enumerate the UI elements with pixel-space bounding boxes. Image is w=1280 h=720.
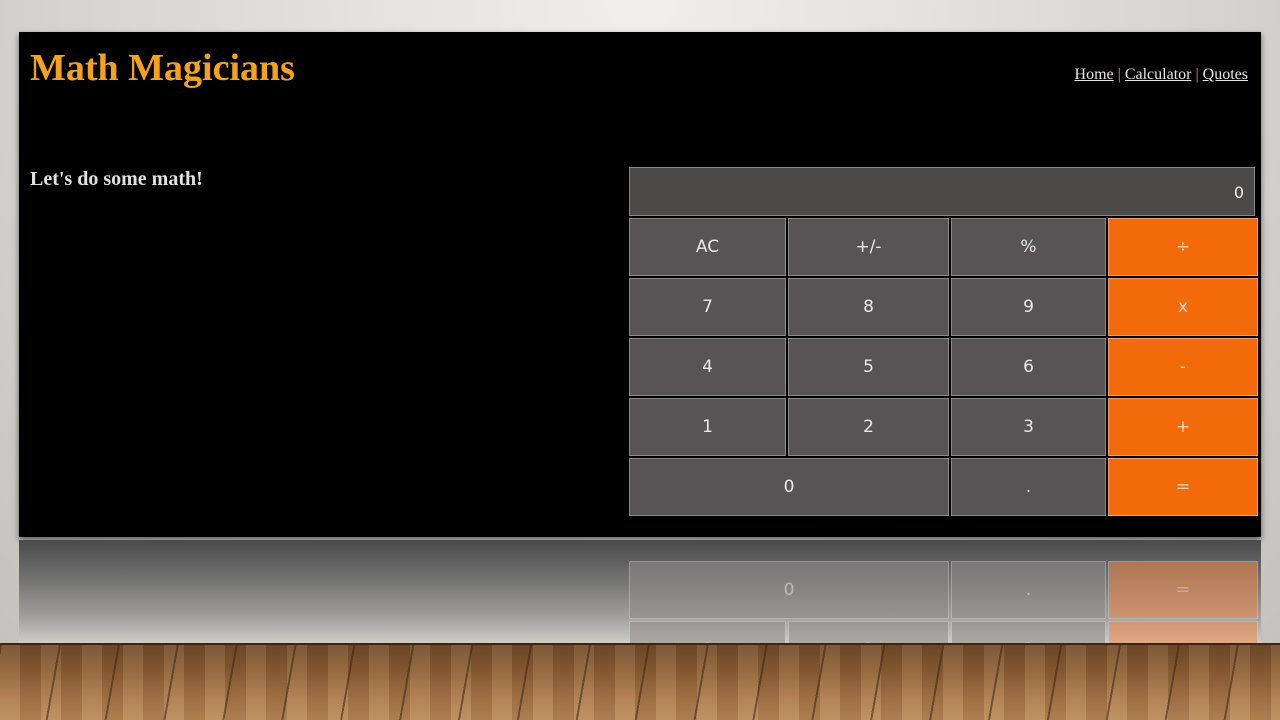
app-title: Math Magicians xyxy=(30,47,295,89)
digit-5-button[interactable]: 5 xyxy=(788,338,949,396)
percent-button[interactable]: % xyxy=(951,218,1106,276)
reflected-decimal-key: . xyxy=(951,561,1106,619)
screen-reflection: 0 . = 1 2 3 + xyxy=(19,540,1261,643)
digit-3-button[interactable]: 3 xyxy=(951,398,1106,456)
plus-button[interactable]: + xyxy=(1108,398,1258,456)
sign-toggle-button[interactable]: +/- xyxy=(788,218,949,276)
nav-link-home[interactable]: Home xyxy=(1075,66,1114,83)
top-nav: Home | Calculator | Quotes xyxy=(1075,66,1248,84)
intro-heading: Let's do some math! xyxy=(30,168,203,190)
digit-4-button[interactable]: 4 xyxy=(629,338,786,396)
digit-6-button[interactable]: 6 xyxy=(951,338,1106,396)
app-window: Math Magicians Home | Calculator | Quotes Le… xyxy=(19,32,1261,537)
calculator: 0 AC +/- % ÷ 7 8 9 x 4 5 6 - 1 2 3 + 0 .… xyxy=(629,167,1258,516)
decimal-button[interactable]: . xyxy=(951,458,1106,516)
calculator-display: 0 xyxy=(629,167,1255,216)
reflected-two-key: 2 xyxy=(788,621,949,643)
calculator-keypad: AC +/- % ÷ 7 8 9 x 4 5 6 - 1 2 3 + 0 . = xyxy=(629,218,1258,516)
reflected-plus-key: + xyxy=(1108,621,1258,643)
reflected-three-key: 3 xyxy=(951,621,1106,643)
nav-separator: | xyxy=(1195,66,1199,83)
digit-1-button[interactable]: 1 xyxy=(629,398,786,456)
multiply-button[interactable]: x xyxy=(1108,278,1258,336)
reflected-keypad: 0 . = 1 2 3 + xyxy=(629,561,1258,643)
digit-7-button[interactable]: 7 xyxy=(629,278,786,336)
reflected-zero-key: 0 xyxy=(629,561,949,619)
ac-button[interactable]: AC xyxy=(629,218,786,276)
digit-8-button[interactable]: 8 xyxy=(788,278,949,336)
nav-separator: | xyxy=(1117,66,1121,83)
reflected-one-key: 1 xyxy=(629,621,786,643)
digit-2-button[interactable]: 2 xyxy=(788,398,949,456)
minus-button[interactable]: - xyxy=(1108,338,1258,396)
nav-link-calculator[interactable]: Calculator xyxy=(1125,66,1192,83)
digit-9-button[interactable]: 9 xyxy=(951,278,1106,336)
nav-link-quotes[interactable]: Quotes xyxy=(1203,66,1248,83)
digit-0-button[interactable]: 0 xyxy=(629,458,949,516)
reflected-equals-key: = xyxy=(1108,561,1258,619)
divide-button[interactable]: ÷ xyxy=(1108,218,1258,276)
wood-floor xyxy=(0,643,1280,720)
equals-button[interactable]: = xyxy=(1108,458,1258,516)
